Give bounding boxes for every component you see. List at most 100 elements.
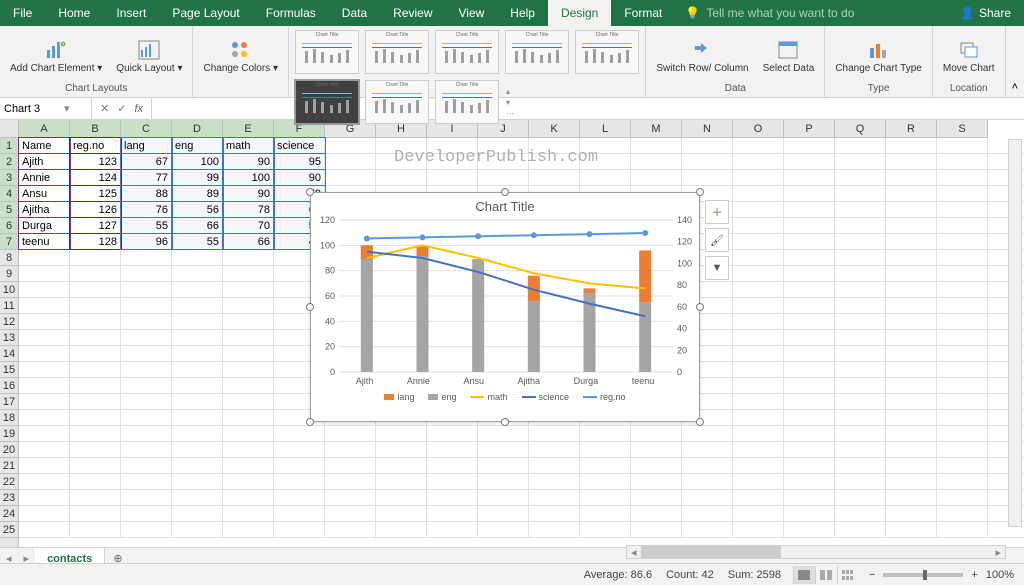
zoom-in-button[interactable]: +	[971, 569, 977, 581]
cell[interactable]	[937, 218, 988, 233]
zoom-out-button[interactable]: −	[869, 569, 875, 581]
cell[interactable]	[121, 410, 172, 425]
cell[interactable]	[427, 426, 478, 441]
chart-styles-more-icon[interactable]: ▴	[506, 87, 514, 96]
cell[interactable]	[19, 282, 70, 297]
cell[interactable]	[376, 506, 427, 521]
row-header[interactable]: 2	[0, 154, 18, 170]
cell[interactable]	[784, 426, 835, 441]
row-header[interactable]: 11	[0, 298, 18, 314]
name-box-input[interactable]	[4, 103, 64, 115]
cell[interactable]	[835, 426, 886, 441]
chart-styles-button[interactable]: 🖌	[705, 228, 729, 252]
cell[interactable]	[121, 298, 172, 313]
cell[interactable]	[682, 474, 733, 489]
cell[interactable]	[325, 426, 376, 441]
cell[interactable]	[478, 490, 529, 505]
cell[interactable]	[733, 282, 784, 297]
cell[interactable]	[121, 282, 172, 297]
column-header[interactable]: N	[682, 120, 733, 137]
cell[interactable]	[631, 522, 682, 537]
cell[interactable]: math	[223, 138, 274, 153]
cell[interactable]	[121, 362, 172, 377]
cell[interactable]	[70, 458, 121, 473]
cell[interactable]	[19, 458, 70, 473]
cell[interactable]	[223, 330, 274, 345]
cell[interactable]	[784, 522, 835, 537]
tab-data[interactable]: Data	[329, 0, 380, 26]
cell[interactable]	[274, 442, 325, 457]
cell[interactable]	[937, 138, 988, 153]
cell[interactable]	[19, 314, 70, 329]
row-header[interactable]: 19	[0, 426, 18, 442]
cell[interactable]: 96	[121, 234, 172, 249]
column-header[interactable]: S	[937, 120, 988, 137]
cell[interactable]	[172, 298, 223, 313]
cell[interactable]	[376, 170, 427, 185]
cell[interactable]	[835, 138, 886, 153]
cell[interactable]: 66	[223, 234, 274, 249]
row-header[interactable]: 14	[0, 346, 18, 362]
vertical-scrollbar[interactable]	[1008, 139, 1022, 527]
cell[interactable]	[835, 234, 886, 249]
cell[interactable]	[223, 442, 274, 457]
cell[interactable]	[478, 426, 529, 441]
cell[interactable]	[19, 266, 70, 281]
cell[interactable]	[682, 490, 733, 505]
cell[interactable]	[733, 474, 784, 489]
legend-item[interactable]: eng	[428, 392, 456, 402]
cell[interactable]: 88	[121, 186, 172, 201]
cell[interactable]	[223, 266, 274, 281]
cell[interactable]	[937, 506, 988, 521]
cell[interactable]	[427, 442, 478, 457]
share-button[interactable]: 👤 Share	[947, 6, 1024, 20]
cell[interactable]	[733, 362, 784, 377]
cell[interactable]	[835, 202, 886, 217]
chart-title[interactable]: Chart Title	[311, 193, 699, 220]
cell[interactable]	[70, 362, 121, 377]
cell[interactable]	[529, 442, 580, 457]
cell[interactable]	[733, 442, 784, 457]
cell[interactable]	[172, 378, 223, 393]
cell[interactable]	[886, 474, 937, 489]
cell[interactable]	[580, 138, 631, 153]
cell[interactable]	[172, 522, 223, 537]
row-header[interactable]: 7	[0, 234, 18, 250]
cell[interactable]	[631, 426, 682, 441]
cell[interactable]	[631, 474, 682, 489]
cell[interactable]	[121, 266, 172, 281]
change-colors-button[interactable]: Change Colors ▾	[197, 28, 284, 83]
cell[interactable]	[70, 394, 121, 409]
cell[interactable]	[223, 410, 274, 425]
cell[interactable]	[427, 138, 478, 153]
cell[interactable]	[223, 314, 274, 329]
tab-home[interactable]: Home	[45, 0, 103, 26]
row-header[interactable]: 21	[0, 458, 18, 474]
cell[interactable]: reg.no	[70, 138, 121, 153]
row-header[interactable]: 17	[0, 394, 18, 410]
cell[interactable]	[172, 362, 223, 377]
cell[interactable]	[529, 426, 580, 441]
cell[interactable]	[886, 522, 937, 537]
column-header[interactable]: O	[733, 120, 784, 137]
cell[interactable]	[325, 474, 376, 489]
cell[interactable]	[478, 458, 529, 473]
switch-row-column-button[interactable]: Switch Row/ Column	[650, 28, 754, 83]
cell[interactable]	[937, 314, 988, 329]
cell[interactable]	[376, 522, 427, 537]
cell[interactable]	[427, 170, 478, 185]
cell[interactable]	[427, 522, 478, 537]
cell[interactable]: 78	[223, 202, 274, 217]
tab-formulas[interactable]: Formulas	[253, 0, 329, 26]
cell[interactable]	[784, 266, 835, 281]
cell[interactable]	[121, 346, 172, 361]
cell[interactable]	[376, 458, 427, 473]
cell[interactable]	[886, 490, 937, 505]
cell[interactable]	[937, 362, 988, 377]
chart-handle[interactable]	[696, 188, 704, 196]
column-header[interactable]: M	[631, 120, 682, 137]
cell[interactable]	[937, 266, 988, 281]
row-header[interactable]: 5	[0, 202, 18, 218]
cell[interactable]	[937, 282, 988, 297]
page-layout-view-button[interactable]	[815, 566, 837, 584]
